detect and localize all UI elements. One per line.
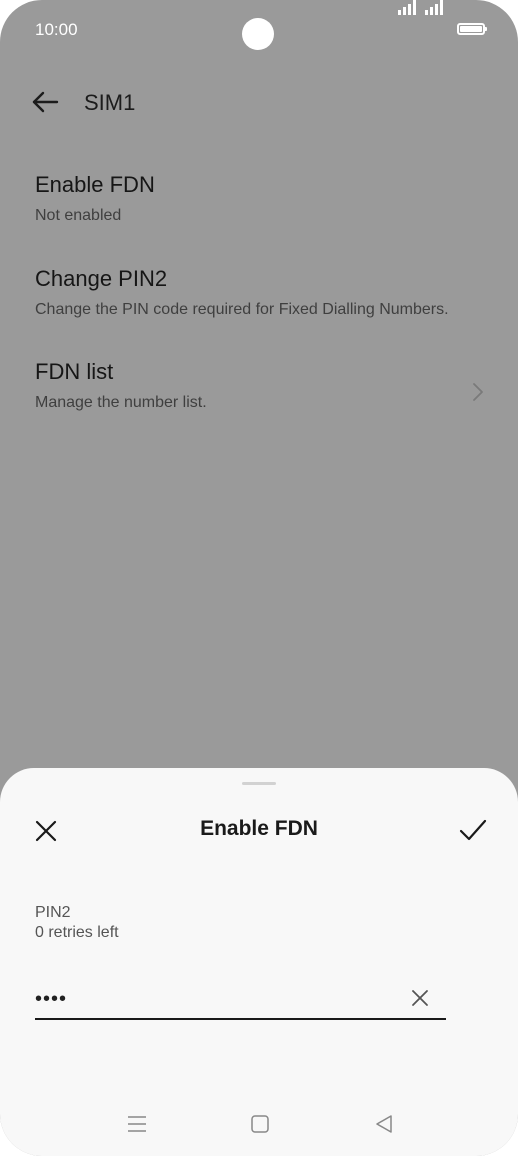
setting-title: Enable FDN	[35, 172, 155, 197]
home-icon[interactable]	[248, 1112, 272, 1136]
setting-change-pin2[interactable]: Change PIN2 Change the PIN code required…	[35, 266, 485, 319]
navigation-bar	[0, 1106, 518, 1142]
pin2-input[interactable]	[35, 984, 405, 1014]
signal-icon	[425, 0, 443, 15]
retries-hint: 0 retries left	[35, 924, 119, 941]
setting-subtitle: Not enabled	[35, 207, 122, 224]
input-underline	[35, 1018, 446, 1020]
chevron-right-icon	[473, 383, 483, 401]
arrow-left-icon[interactable]	[30, 88, 60, 116]
clear-icon[interactable]	[410, 988, 430, 1008]
field-label: PIN2	[35, 904, 71, 921]
setting-subtitle: Manage the number list.	[35, 394, 207, 411]
drag-handle[interactable]	[242, 782, 276, 785]
status-bar: 10:00	[0, 0, 518, 60]
enable-fdn-sheet: Enable FDN PIN2 0 retries left	[0, 768, 518, 1156]
setting-title: FDN list	[35, 359, 114, 384]
page-title: SIM1	[84, 90, 136, 115]
setting-title: Change PIN2	[35, 266, 168, 291]
menu-icon[interactable]	[125, 1112, 149, 1136]
checkmark-icon[interactable]	[458, 817, 488, 843]
app-header: SIM1	[0, 80, 518, 124]
signal-icon	[398, 0, 416, 15]
phone-screen: 10:00 SIM1 Enable FDN Not enabled Change	[0, 0, 518, 1156]
battery-icon	[455, 22, 487, 37]
dialog-title: Enable FDN	[200, 817, 318, 840]
setting-fdn-list[interactable]: FDN list Manage the number list.	[35, 359, 485, 412]
setting-subtitle: Change the PIN code required for Fixed D…	[35, 301, 449, 318]
camera-cutout	[242, 18, 274, 50]
setting-enable-fdn[interactable]: Enable FDN Not enabled	[35, 172, 485, 225]
back-icon[interactable]	[372, 1112, 396, 1136]
status-time: 10:00	[35, 20, 78, 39]
